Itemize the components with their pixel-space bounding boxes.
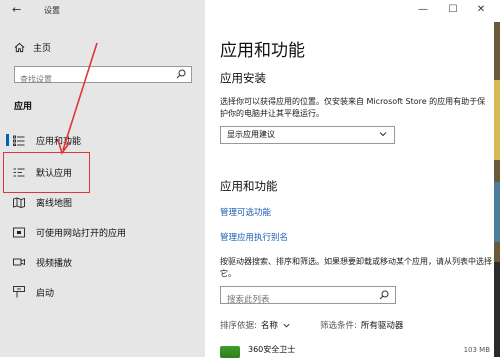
- active-indicator: [6, 134, 9, 146]
- filter-value: 所有驱动器: [360, 321, 404, 331]
- app-size: 103 MB: [463, 346, 490, 354]
- sidebar-home[interactable]: 主页: [14, 40, 51, 54]
- install-description: 选择你可以获得应用的位置。仅安装来自 Microsoft Store 的应用有助…: [220, 97, 486, 118]
- install-heading: 应用安装: [220, 71, 266, 85]
- sidebar-item-label: 视频播放: [36, 258, 73, 269]
- sidebar-item-label: 可使用网站打开的应用: [36, 228, 127, 239]
- sidebar-item-label: 启动: [36, 288, 55, 299]
- sort-value: 名称: [260, 321, 278, 331]
- section-label: 应用: [14, 102, 33, 112]
- sidebar-item-offline-maps[interactable]: 离线地图: [0, 192, 205, 212]
- app-list-search-input[interactable]: [221, 292, 377, 308]
- app-list-search[interactable]: [220, 286, 396, 308]
- search-icon[interactable]: [379, 290, 389, 300]
- website-apps-icon: [12, 225, 26, 239]
- app-name: 360安全卫士: [248, 345, 296, 354]
- sidebar-item-label: 应用和功能: [36, 136, 82, 147]
- page-title: 应用和功能: [220, 41, 305, 61]
- maximize-button[interactable]: ☐: [446, 3, 460, 17]
- title-bar: ← 设置 — ☐ ✕: [0, 0, 500, 22]
- settings-search[interactable]: [14, 66, 192, 87]
- manage-aliases-link[interactable]: 管理应用执行别名: [220, 231, 288, 243]
- home-icon: [14, 42, 25, 52]
- sidebar-item-video-playback[interactable]: 视频播放: [0, 252, 205, 272]
- install-select-value: 显示应用建议: [227, 130, 275, 139]
- filter-control[interactable]: 筛选条件: 所有驱动器: [320, 319, 403, 331]
- features-heading: 应用和功能: [220, 179, 278, 193]
- minimize-button[interactable]: —: [416, 3, 430, 17]
- app-icon: [220, 346, 240, 358]
- close-button[interactable]: ✕: [474, 3, 488, 17]
- sidebar-item-apps-features[interactable]: 应用和功能: [0, 130, 205, 150]
- manage-optional-features-link[interactable]: 管理可选功能: [220, 206, 271, 218]
- video-icon: [12, 255, 26, 269]
- desktop-background-strip: [494, 22, 500, 357]
- search-description: 按驱动器搜索、排序和筛选。如果想要卸载或移动某个应用，请从列表中选择它。: [220, 257, 492, 278]
- chevron-down-icon: [283, 323, 290, 327]
- settings-window: ← 设置 — ☐ ✕ 主页 应用: [0, 0, 500, 358]
- home-label: 主页: [33, 43, 52, 54]
- apps-list-icon: [12, 133, 26, 147]
- sort-control[interactable]: 排序依据: 名称: [220, 319, 291, 331]
- list-item[interactable]: 360安全卫士 103 MB: [220, 344, 490, 358]
- back-arrow-icon[interactable]: ←: [12, 3, 24, 17]
- settings-search-input[interactable]: [15, 72, 170, 87]
- offline-map-icon: [12, 195, 26, 209]
- sidebar-item-label: 离线地图: [36, 198, 73, 209]
- highlight-box: [3, 152, 90, 193]
- window-title: 设置: [44, 6, 60, 15]
- install-source-select[interactable]: 显示应用建议: [220, 126, 395, 144]
- sidebar-item-startup[interactable]: 启动: [0, 282, 205, 302]
- chevron-down-icon: [379, 132, 387, 137]
- startup-icon: [12, 285, 26, 299]
- main-panel: 应用和功能 应用安装 选择你可以获得应用的位置。仅安装来自 Microsoft …: [205, 22, 500, 358]
- filter-label: 筛选条件:: [320, 321, 357, 331]
- search-icon[interactable]: [176, 69, 186, 79]
- sort-label: 排序依据:: [220, 321, 257, 331]
- sidebar-item-website-apps[interactable]: 可使用网站打开的应用: [0, 222, 205, 242]
